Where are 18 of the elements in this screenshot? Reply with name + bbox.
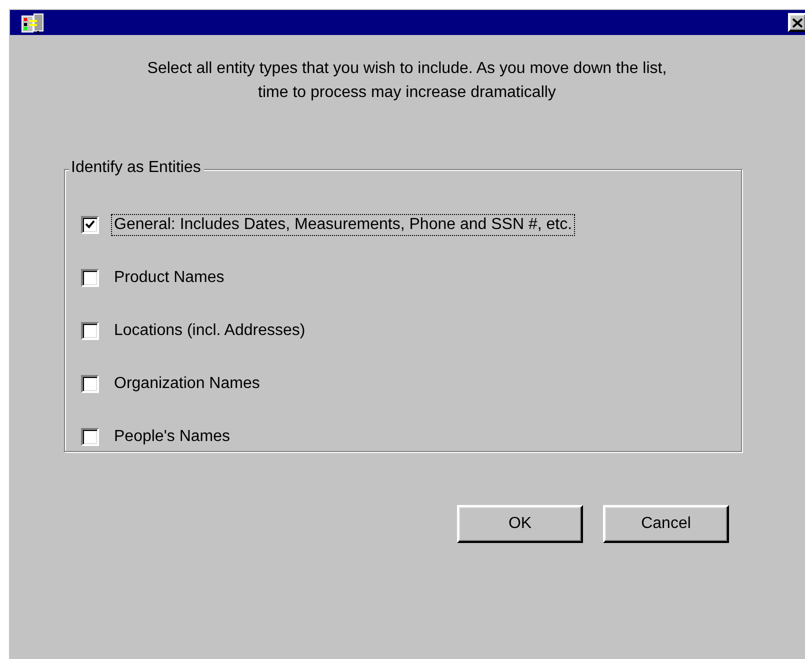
- checkbox-label[interactable]: Organization Names: [111, 372, 263, 394]
- cancel-button[interactable]: Cancel: [603, 505, 729, 543]
- check-icon: [85, 220, 95, 229]
- checkbox-label[interactable]: Product Names: [111, 266, 228, 288]
- group-label: Identify as Entities: [69, 159, 204, 177]
- checkbox-label[interactable]: People's Names: [111, 426, 233, 448]
- instruction-text: Select all entity types that you wish to include. As you move down the list, time to process may increase dramatically: [146, 59, 668, 103]
- checkbox[interactable]: [81, 428, 99, 446]
- checkbox-label[interactable]: Locations (incl. Addresses): [111, 320, 308, 342]
- close-icon: [792, 18, 803, 28]
- checkbox[interactable]: [81, 374, 99, 392]
- close-button[interactable]: [788, 13, 805, 32]
- ok-button[interactable]: OK: [457, 505, 583, 543]
- app-icon: [20, 12, 46, 34]
- checkbox[interactable]: [81, 322, 99, 340]
- checkbox[interactable]: [81, 268, 99, 286]
- checkbox-label[interactable]: General: Includes Dates, Measurements, Phone and SSN #, etc.: [111, 214, 576, 236]
- checkbox[interactable]: [81, 216, 99, 234]
